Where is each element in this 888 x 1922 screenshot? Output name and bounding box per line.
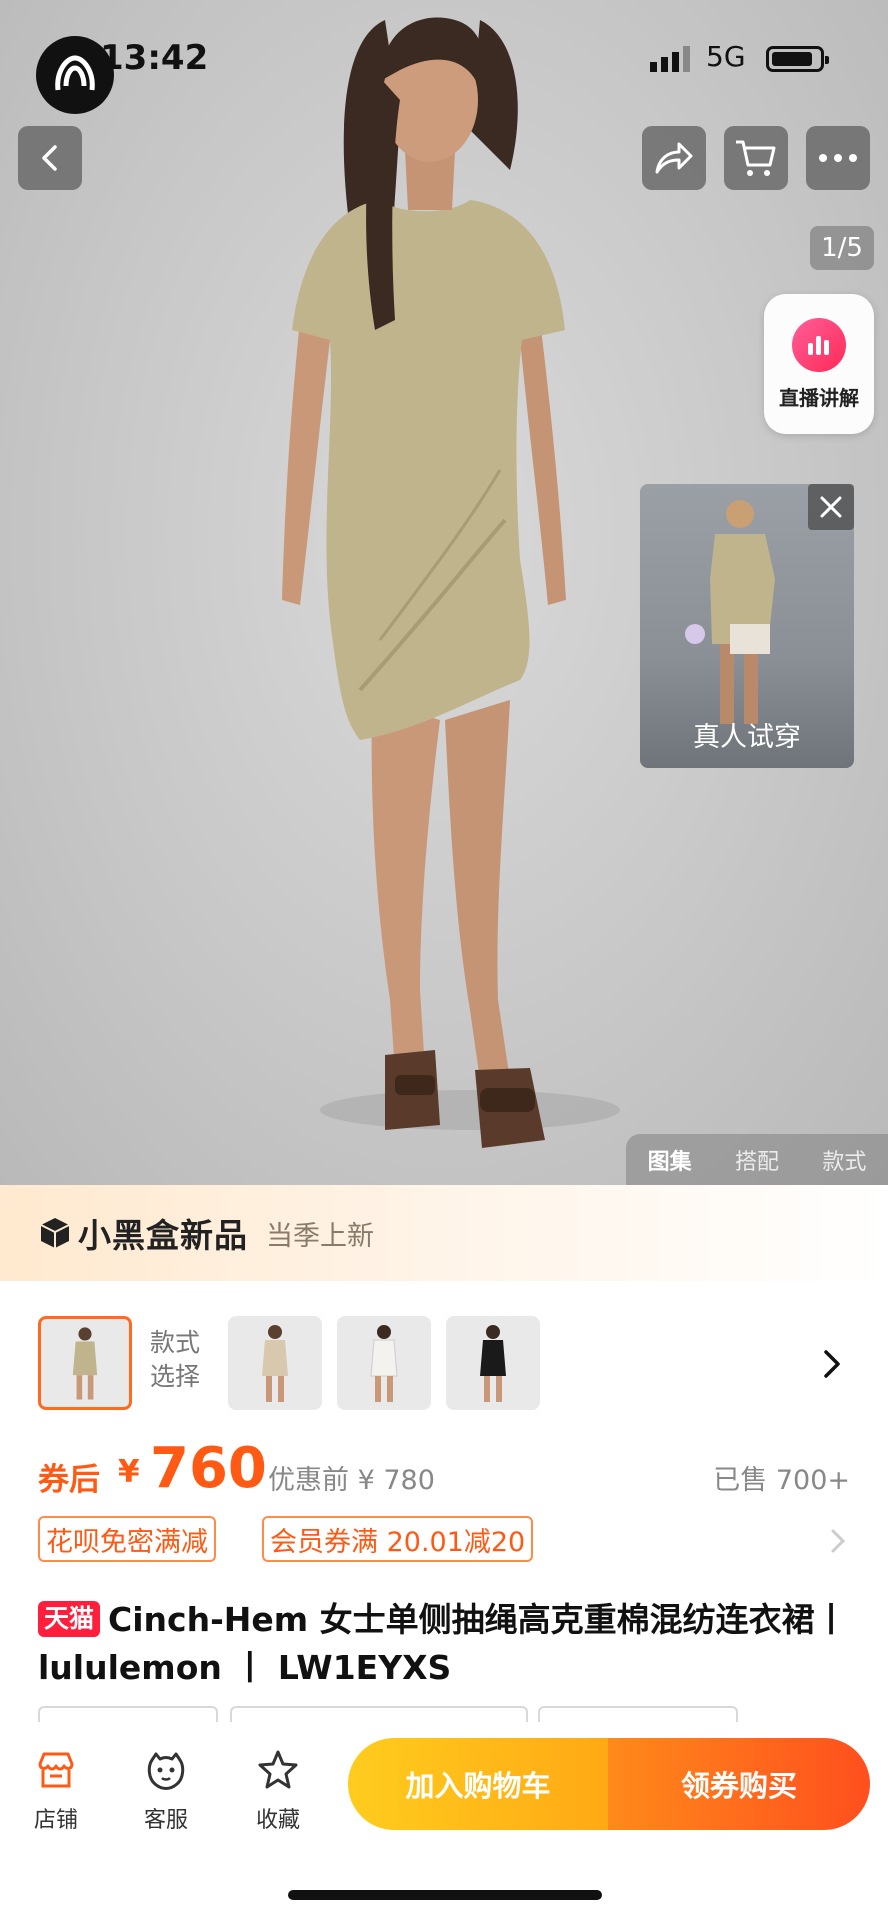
shop-button[interactable]: 店铺 xyxy=(16,1748,96,1834)
purchase-buttons: 加入购物车 领券购买 xyxy=(348,1738,870,1830)
back-button[interactable] xyxy=(18,126,82,190)
new-arrival-banner[interactable]: 小黑盒新品 当季上新 xyxy=(0,1185,888,1281)
style-thumb-khaki[interactable] xyxy=(38,1316,132,1410)
live-explain-button[interactable]: 直播讲解 xyxy=(764,294,874,434)
box-icon xyxy=(40,1218,70,1248)
cart-button[interactable] xyxy=(724,126,788,190)
promo-member-coupon[interactable]: 会员券满 20.01减20 xyxy=(262,1516,534,1562)
network-type: 5G xyxy=(706,40,746,73)
share-button[interactable] xyxy=(642,126,706,190)
battery-icon xyxy=(766,46,829,72)
image-counter: 1/5 xyxy=(810,226,874,270)
live-icon xyxy=(792,317,846,372)
status-time: 13:42 xyxy=(100,38,209,78)
status-bar: 13:42 5G xyxy=(0,38,888,82)
banner-title: 小黑盒新品 xyxy=(78,1216,248,1255)
shop-icon xyxy=(38,1752,74,1788)
banner-subtitle: 当季上新 xyxy=(266,1220,374,1252)
try-on-label: 真人试穿 xyxy=(693,722,801,753)
close-icon xyxy=(820,496,842,518)
tab-gallery[interactable]: 图集 xyxy=(648,1144,692,1176)
favorite-label: 收藏 xyxy=(255,1808,300,1833)
original-price: 优惠前 ¥ 780 xyxy=(268,1465,435,1496)
star-icon xyxy=(258,1750,298,1789)
price-row: 券后 ¥ 760 优惠前 ¥ 780 已售 700+ xyxy=(38,1436,850,1506)
shop-label: 店铺 xyxy=(33,1808,78,1833)
product-title-text: Cinch-Hem 女士单侧抽绳高克重棉混纺连衣裙丨 lululemon 丨 L… xyxy=(38,1600,848,1687)
sold-count: 已售 700+ xyxy=(713,1465,850,1496)
signal-icon xyxy=(650,46,690,72)
home-indicator[interactable] xyxy=(288,1890,602,1900)
style-thumb-beige[interactable] xyxy=(228,1316,322,1410)
tmall-badge: 天猫 xyxy=(38,1601,101,1637)
coupon-buy-button[interactable]: 领券购买 xyxy=(608,1738,870,1830)
more-icon xyxy=(819,154,857,162)
chevron-right-icon[interactable] xyxy=(828,1526,848,1556)
style-thumb-white[interactable] xyxy=(337,1316,431,1410)
after-coupon-label: 券后 xyxy=(38,1462,100,1498)
promo-huabei[interactable]: 花呗免密满减 xyxy=(38,1516,216,1562)
more-button[interactable] xyxy=(806,126,870,190)
live-label: 直播讲解 xyxy=(779,385,859,410)
product-title: 天猫 Cinch-Hem 女士单侧抽绳高克重棉混纺连衣裙丨 lululemon 丨… xyxy=(38,1596,858,1692)
lululemon-logo xyxy=(36,36,114,114)
add-to-cart-button[interactable]: 加入购物车 xyxy=(348,1738,608,1830)
promo-tags[interactable]: 花呗免密满减 会员券满 20.01减20 xyxy=(38,1516,850,1566)
currency-symbol: ¥ xyxy=(118,1454,140,1490)
cart-icon xyxy=(736,140,776,176)
customer-service-icon xyxy=(147,1752,185,1790)
style-thumb-black[interactable] xyxy=(446,1316,540,1410)
product-image-gallery[interactable]: 13:42 5G 1/5 直播讲解 真人试穿 图集 搭配 款式 xyxy=(0,0,888,1185)
logo-mark-icon xyxy=(55,55,95,91)
chevron-left-icon xyxy=(42,145,57,171)
gallery-tabs: 图集 搭配 款式 xyxy=(626,1134,888,1185)
style-selector: 款式选择 xyxy=(38,1316,858,1412)
bottom-action-bar: 店铺 客服 收藏 加入购物车 领券购买 xyxy=(0,1722,888,1842)
favorite-button[interactable]: 收藏 xyxy=(238,1748,318,1834)
service-label: 客服 xyxy=(143,1808,188,1833)
share-icon xyxy=(655,142,693,174)
service-button[interactable]: 客服 xyxy=(126,1748,206,1834)
style-select-label: 款式选择 xyxy=(150,1328,201,1391)
close-preview-button[interactable] xyxy=(808,484,854,530)
tab-styles[interactable]: 款式 xyxy=(822,1144,866,1176)
price-value: 760 xyxy=(150,1436,267,1501)
chevron-right-icon[interactable] xyxy=(818,1344,848,1384)
tab-outfit[interactable]: 搭配 xyxy=(735,1144,779,1176)
